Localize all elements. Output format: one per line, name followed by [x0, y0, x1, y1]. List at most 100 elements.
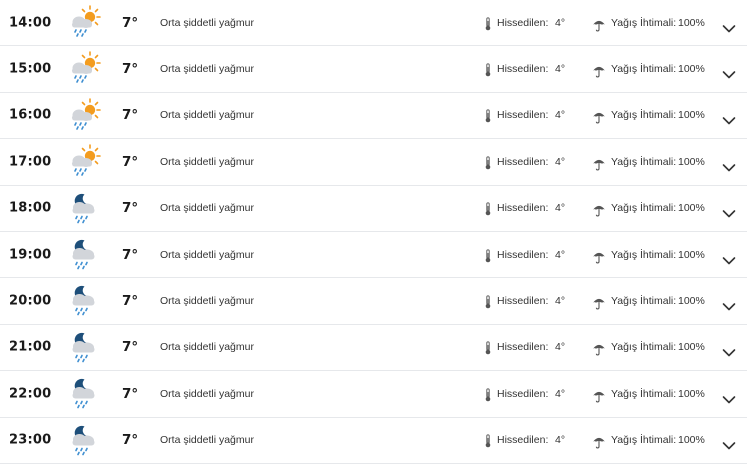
feels-like-label: Hissedilen: [497, 202, 549, 215]
forecast-row[interactable]: 18:00 7° Orta şiddetli yağmur Hissedilen… [0, 186, 747, 232]
thermometer-icon [484, 108, 492, 123]
chevron-down-icon[interactable] [722, 65, 736, 79]
thermometer-icon [484, 16, 492, 30]
night-rain-icon [66, 282, 102, 318]
forecast-time: 15:00 [9, 61, 52, 77]
forecast-time: 20:00 [9, 293, 52, 309]
thermometer-icon [484, 201, 492, 216]
thermometer-icon [484, 155, 492, 170]
umbrella-icon [592, 202, 606, 217]
forecast-time: 14:00 [9, 15, 52, 31]
forecast-row[interactable]: 23:00 7° Orta şiddetli yağmur Hissedilen… [0, 418, 747, 464]
partly-sunny-rain-icon [66, 4, 102, 40]
forecast-row[interactable]: 16:00 7° Orta şiddetli yağmur Hissedilen… [0, 93, 747, 140]
forecast-time: 16:00 [9, 107, 52, 123]
feels-like-value: 4° [555, 387, 566, 400]
partly-sunny-rain-icon [66, 50, 102, 86]
feels-like-label: Hissedilen: [497, 155, 549, 168]
forecast-temperature: 7° [122, 200, 139, 217]
chevron-down-icon[interactable] [722, 18, 736, 32]
forecast-temperature: 7° [122, 293, 139, 310]
forecast-time: 21:00 [9, 339, 52, 355]
thermometer-icon [484, 340, 492, 355]
forecast-row[interactable]: 20:00 7° Orta şiddetli yağmur Hissedilen… [0, 278, 747, 325]
forecast-temperature: 7° [122, 107, 139, 124]
forecast-row[interactable]: 14:00 7° Orta şiddetli yağmur Hissedilen… [0, 0, 747, 47]
rain-probability-value: 100% [678, 295, 705, 308]
feels-like-label: Hissedilen: [497, 434, 549, 447]
umbrella-icon [592, 155, 606, 171]
rain-probability-label: Yağış İhtimali: [611, 63, 677, 76]
rain-probability-value: 100% [678, 387, 705, 400]
feels-like-value: 4° [555, 341, 566, 354]
forecast-row[interactable]: 19:00 7° Orta şiddetli yağmur Hissedilen… [0, 232, 747, 279]
feels-like-value: 4° [555, 109, 566, 122]
forecast-temperature: 7° [122, 385, 139, 402]
rain-probability-label: Yağış İhtimali: [611, 109, 677, 122]
forecast-temperature: 7° [122, 61, 139, 78]
umbrella-icon [592, 341, 606, 356]
forecast-description: Orta şiddetli yağmur [160, 155, 254, 168]
thermometer-icon [484, 387, 492, 402]
forecast-row[interactable]: 15:00 7° Orta şiddetli yağmur Hissedilen… [0, 46, 747, 93]
feels-like-value: 4° [555, 248, 566, 261]
rain-probability-label: Yağış İhtimali: [611, 295, 677, 308]
rain-probability-value: 100% [678, 109, 705, 122]
forecast-description: Orta şiddetli yağmur [160, 109, 254, 122]
umbrella-icon [592, 434, 606, 449]
umbrella-icon [592, 63, 606, 78]
forecast-description: Orta şiddetli yağmur [160, 341, 254, 354]
umbrella-icon [592, 248, 606, 264]
chevron-down-icon[interactable] [722, 436, 736, 450]
rain-probability-label: Yağış İhtimali: [611, 248, 677, 261]
feels-like-label: Hissedilen: [497, 248, 549, 261]
night-rain-icon [66, 329, 102, 365]
rain-probability-value: 100% [678, 16, 705, 29]
night-rain-icon [66, 422, 102, 458]
forecast-temperature: 7° [122, 339, 139, 356]
chevron-down-icon[interactable] [722, 250, 736, 264]
rain-probability-value: 100% [678, 341, 705, 354]
umbrella-icon [592, 109, 606, 124]
rain-probability-value: 100% [678, 202, 705, 215]
forecast-description: Orta şiddetli yağmur [160, 16, 254, 29]
umbrella-icon [592, 16, 606, 32]
rain-probability-value: 100% [678, 63, 705, 76]
umbrella-icon [592, 295, 606, 310]
rain-probability-label: Yağış İhtimali: [611, 434, 677, 447]
chevron-down-icon[interactable] [722, 157, 736, 172]
umbrella-icon [592, 387, 606, 403]
chevron-down-icon[interactable] [722, 389, 736, 404]
partly-sunny-rain-icon [66, 97, 102, 133]
forecast-description: Orta şiddetli yağmur [160, 63, 254, 76]
feels-like-label: Hissedilen: [497, 109, 549, 122]
feels-like-label: Hissedilen: [497, 63, 549, 76]
forecast-row[interactable]: 22:00 7° Orta şiddetli yağmur Hissedilen… [0, 371, 747, 418]
thermometer-icon [484, 248, 492, 262]
hourly-forecast-list: 14:00 7° Orta şiddetli yağmur Hissedilen… [0, 0, 747, 464]
feels-like-value: 4° [555, 63, 566, 76]
chevron-down-icon[interactable] [722, 111, 736, 125]
feels-like-value: 4° [555, 16, 566, 29]
rain-probability-value: 100% [678, 434, 705, 447]
feels-like-value: 4° [555, 155, 566, 168]
chevron-down-icon[interactable] [722, 297, 736, 311]
chevron-down-icon[interactable] [722, 343, 736, 357]
night-rain-icon [66, 190, 102, 226]
forecast-row[interactable]: 17:00 7° Orta şiddetli yağmur Hissedilen… [0, 139, 747, 186]
forecast-row[interactable]: 21:00 7° Orta şiddetli yağmur Hissedilen… [0, 325, 747, 372]
partly-sunny-rain-icon [66, 143, 102, 179]
rain-probability-value: 100% [678, 155, 705, 168]
rain-probability-label: Yağış İhtimali: [611, 202, 677, 215]
feels-like-label: Hissedilen: [497, 16, 549, 29]
night-rain-icon [66, 375, 102, 411]
chevron-down-icon[interactable] [722, 204, 736, 218]
forecast-temperature: 7° [122, 14, 139, 31]
thermometer-icon [484, 294, 492, 309]
forecast-temperature: 7° [122, 153, 139, 170]
feels-like-value: 4° [555, 202, 566, 215]
rain-probability-label: Yağış İhtimali: [611, 341, 677, 354]
forecast-description: Orta şiddetli yağmur [160, 387, 254, 400]
forecast-time: 18:00 [9, 200, 52, 216]
forecast-temperature: 7° [122, 246, 139, 263]
